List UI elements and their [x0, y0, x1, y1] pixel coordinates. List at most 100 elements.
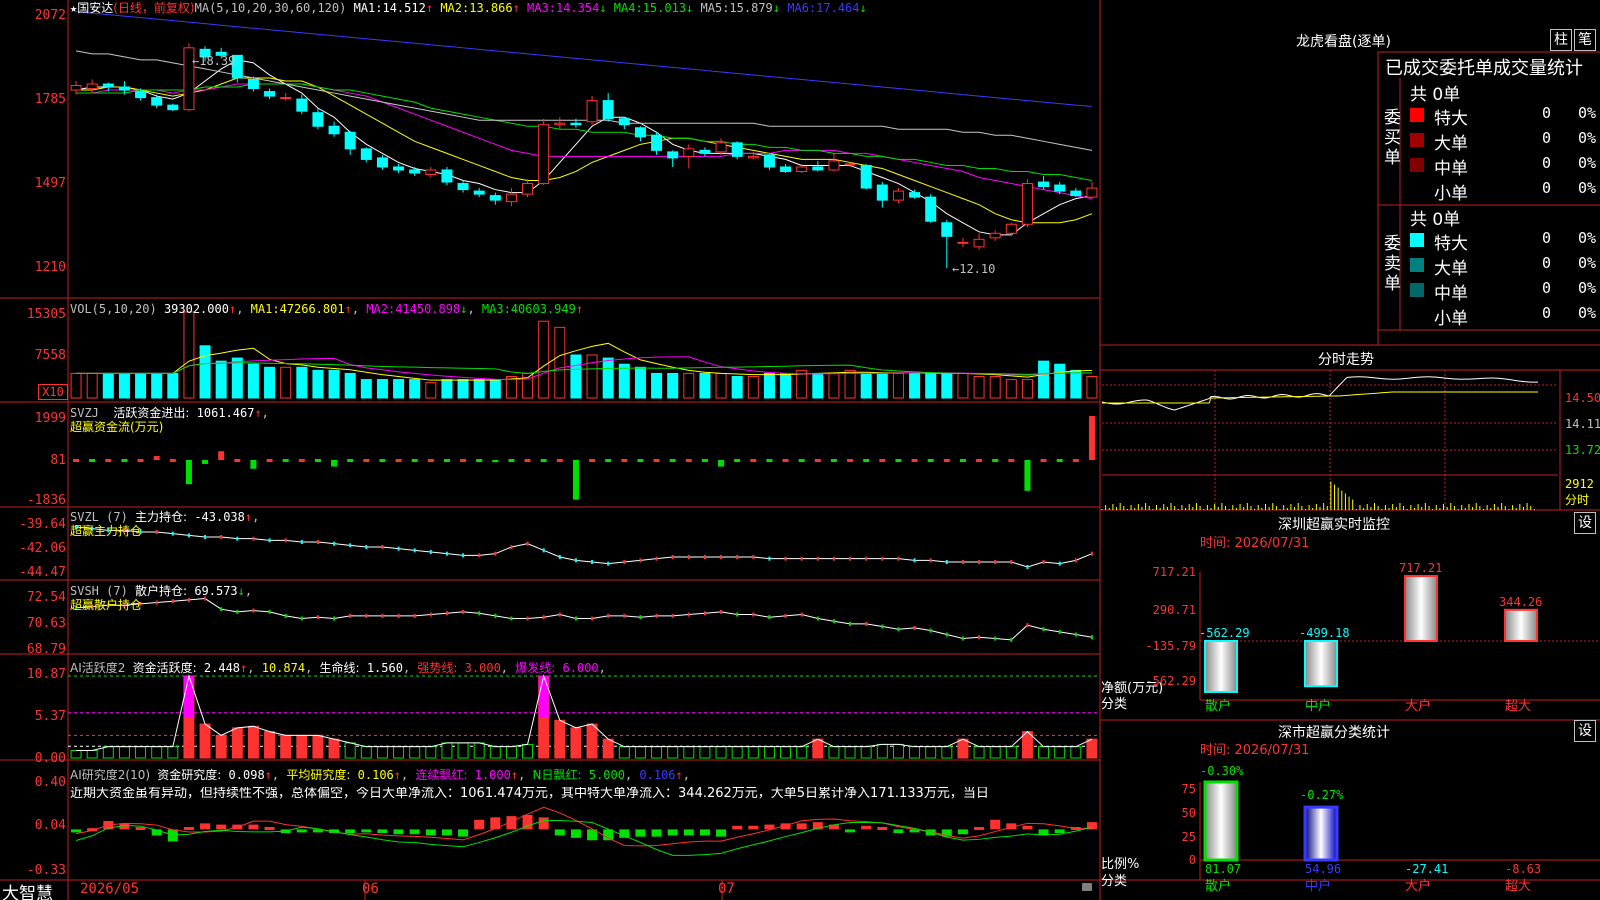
ai1-bar	[909, 746, 921, 759]
ai1-bar	[70, 749, 82, 759]
svzj-tick	[734, 459, 741, 462]
svzj-bar	[718, 460, 725, 467]
svsh-dot	[1074, 632, 1077, 637]
svzj-name: 活跃资金进出:	[113, 406, 190, 420]
svzl-dot	[703, 555, 706, 559]
candle-body	[570, 122, 582, 126]
y-tick: 5.37	[34, 709, 66, 724]
tick-mode-button[interactable]: 笔	[1574, 29, 1596, 51]
order-row-label: 大单	[1434, 259, 1468, 279]
volume-bar	[118, 372, 130, 399]
candle-body	[167, 104, 179, 111]
svsh-dot	[445, 611, 448, 616]
cls-bar-category: 散户	[1205, 879, 1232, 894]
volume-bar	[344, 372, 356, 399]
chart-canvas[interactable]	[0, 0, 1600, 900]
svzl-dot	[881, 556, 884, 561]
candle-body	[876, 184, 888, 201]
svzl-dot	[542, 548, 545, 553]
volume-bar	[183, 311, 195, 399]
order-row-count: 0	[1542, 254, 1552, 272]
svsh-dot	[381, 613, 384, 618]
ai1-bar	[344, 742, 356, 759]
sell-side-label: 委卖单	[1384, 234, 1401, 294]
volume-bar	[409, 379, 421, 399]
low-note: ←12.10	[952, 262, 996, 276]
ai2-bar	[635, 829, 646, 837]
vol-ma-line	[76, 356, 1092, 381]
ai1-bar	[1038, 746, 1050, 759]
cls-bar-category: 中户	[1305, 879, 1332, 894]
bar-mode-button[interactable]: 柱	[1550, 29, 1572, 51]
intraday-title: 分时走势	[1318, 352, 1374, 368]
volume-bar	[102, 372, 114, 399]
vol-unit-badge[interactable]: X10	[38, 384, 68, 400]
svzj-tick	[379, 459, 386, 462]
period-label[interactable]: (日线，前复权)	[113, 1, 194, 15]
volume-bar	[763, 372, 775, 399]
ai2-bar	[699, 829, 710, 836]
ai1-bar	[505, 746, 517, 759]
order-row-pct: 0%	[1578, 229, 1597, 247]
svzj-arrow: ↑	[254, 406, 262, 420]
svzl-dot	[381, 545, 384, 549]
cls-stat-title: 深市超赢分类统计	[1278, 725, 1390, 741]
svzl-value: -43.038	[194, 510, 245, 524]
order-row-label: 小单	[1434, 184, 1468, 204]
ai1-bar	[699, 746, 711, 759]
volume-bar	[376, 379, 388, 399]
ai2-bar	[248, 824, 259, 830]
order-row-pct: 0%	[1578, 279, 1597, 297]
ma4-value: 15.013	[642, 1, 687, 15]
ai2-bar	[796, 823, 807, 830]
svzl-dot	[155, 530, 158, 534]
volume-bar	[86, 372, 98, 399]
svzl-dot	[284, 538, 287, 543]
ai1-bar	[1054, 746, 1066, 759]
candle-body	[441, 169, 453, 183]
svzl-dot	[316, 540, 319, 544]
svsh-dot	[1010, 637, 1013, 642]
ma3-arrow: ↓	[599, 1, 607, 15]
candle-body	[763, 154, 775, 168]
svzj-tick	[814, 459, 821, 462]
ai1-bar	[215, 734, 227, 759]
ai2-bar	[409, 829, 420, 835]
volume-bar	[441, 379, 453, 399]
svzl-dot	[752, 555, 755, 559]
volume-bar	[780, 372, 792, 399]
svzj-bar	[185, 460, 192, 485]
vol-header: VOL(5,10,20) 39302.000↑, MA1:47266.801↑,…	[70, 302, 584, 316]
ai1-v4: 3.000	[464, 661, 501, 675]
brand-logo[interactable]: 大智慧	[2, 879, 53, 900]
volume-bar	[973, 376, 985, 399]
cls-settings-button[interactable]: 设	[1574, 720, 1596, 742]
svzl-dot	[897, 556, 900, 561]
sz-y-tick: 290.71	[1152, 603, 1196, 617]
svsh-dot	[462, 609, 465, 614]
ai1-bar	[1070, 746, 1082, 759]
cls-y-tick: 25	[1181, 830, 1196, 844]
candle-body	[102, 83, 114, 88]
sz-settings-button[interactable]: 设	[1574, 512, 1596, 534]
ai1-bar	[957, 738, 969, 759]
ma5-arrow: ↓	[772, 1, 781, 15]
svsh-dot	[252, 608, 255, 613]
y-tick: 1210	[34, 260, 66, 275]
svzl-dot	[687, 555, 690, 559]
ai2-name4: N日飘红:	[532, 768, 582, 782]
stock-name[interactable]: 国安达	[77, 1, 113, 15]
svzj-tick	[169, 459, 176, 462]
candle-body	[376, 157, 388, 168]
svsh-dot	[720, 609, 723, 614]
cls-y-tick: 75	[1181, 782, 1196, 796]
svsh-dot	[1026, 623, 1029, 628]
ai1-bar	[812, 738, 824, 759]
order-swatch	[1410, 183, 1424, 197]
volume-bar	[70, 372, 82, 399]
svsh-dot	[316, 615, 319, 620]
volume-bar	[731, 376, 743, 399]
svzl-dot	[204, 535, 207, 539]
lock-icon[interactable]	[1082, 883, 1092, 891]
svzj-bar	[1088, 416, 1095, 460]
